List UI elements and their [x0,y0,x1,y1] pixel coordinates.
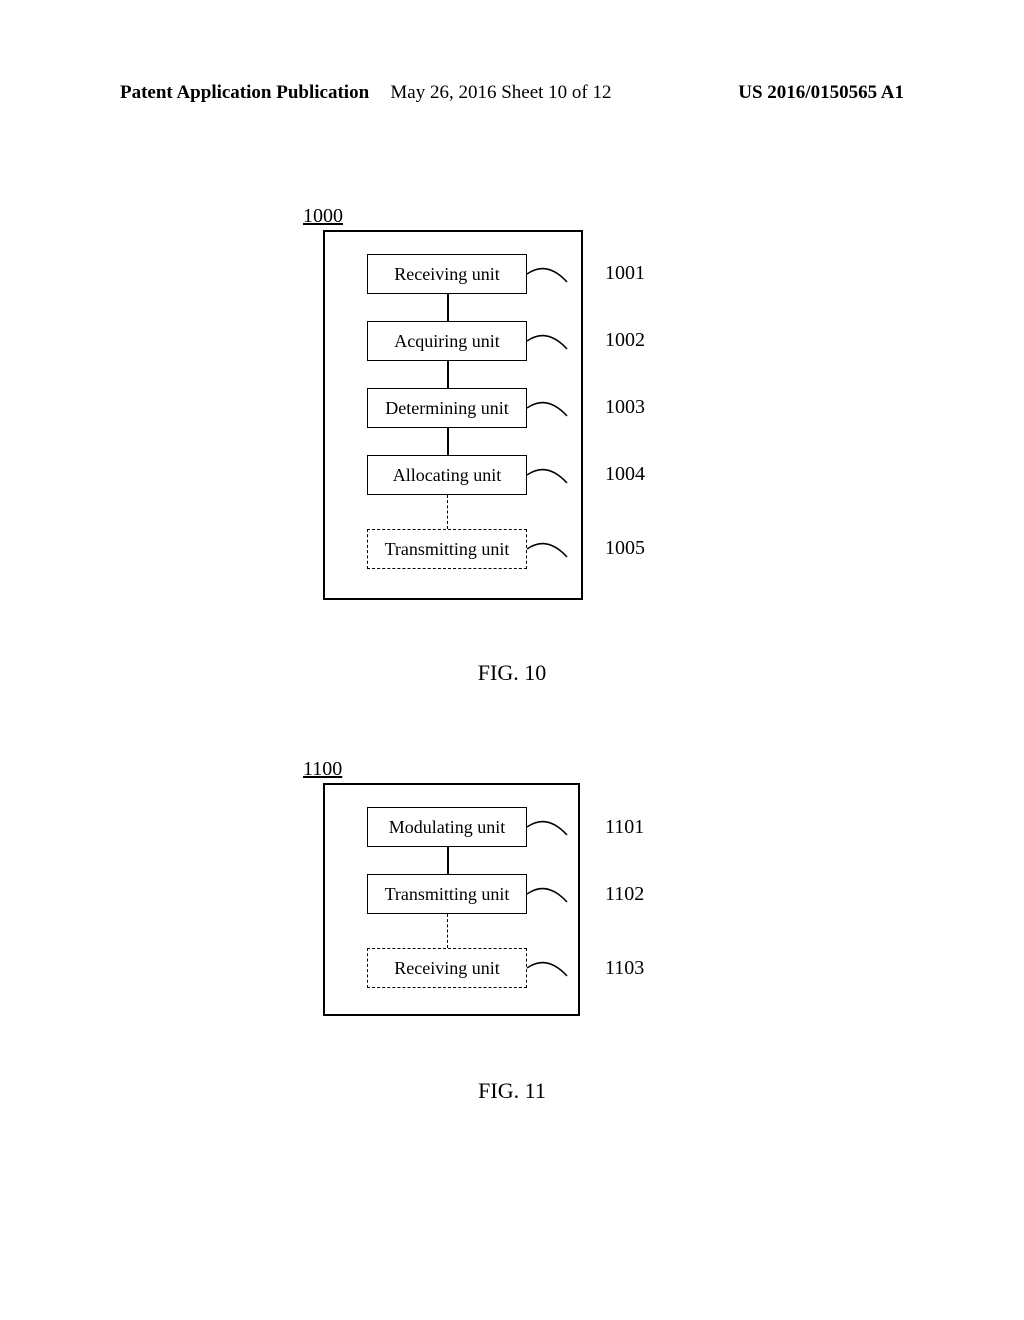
allocating-unit-box: Allocating unit [367,455,527,495]
determining-unit-label: Determining unit [385,398,508,419]
acquiring-unit-box: Acquiring unit [367,321,527,361]
fig-11-label: FIG. 11 [478,1078,546,1104]
callout-line-1004 [527,463,571,491]
transmitting-unit-box-dashed: Transmitting unit [367,529,527,569]
transmitting-unit-label: Transmitting unit [385,539,510,560]
fig-10-label: FIG. 10 [478,660,546,686]
determining-unit-box: Determining unit [367,388,527,428]
connector-1003-1004 [447,428,449,455]
connector-1001-1002 [447,294,449,321]
acquiring-unit-label: Acquiring unit [394,331,500,352]
ref-1103: 1103 [605,957,644,980]
diagram-1000-ref: 1000 [303,205,343,228]
ref-1001: 1001 [605,262,645,285]
connector-1101-1102 [447,847,449,874]
receiving-unit-label: Receiving unit [394,264,499,285]
transmitting-unit-label-11: Transmitting unit [385,884,510,905]
ref-1002: 1002 [605,329,645,352]
figure-10-outer-box: Receiving unit Acquiring unit Determinin… [323,230,583,600]
modulating-unit-box: Modulating unit [367,807,527,847]
allocating-unit-label: Allocating unit [393,465,501,486]
page-header: Patent Application Publication May 26, 2… [0,82,1024,104]
connector-1102-1103-dashed [447,914,449,948]
callout-line-1003 [527,396,571,424]
header-left: Patent Application Publication [120,82,369,104]
header-center: May 26, 2016 Sheet 10 of 12 [390,82,611,104]
receiving-unit-box: Receiving unit [367,254,527,294]
ref-1003: 1003 [605,396,645,419]
diagram-1100-ref: 1100 [303,758,342,781]
receiving-unit-box-dashed: Receiving unit [367,948,527,988]
ref-1005: 1005 [605,537,645,560]
figure-11-outer-box: Modulating unit Transmitting unit Receiv… [323,783,580,1016]
receiving-unit-label-11: Receiving unit [394,958,499,979]
header-right: US 2016/0150565 A1 [738,82,904,104]
callout-line-1005 [527,537,571,565]
callout-line-1103 [527,956,571,984]
modulating-unit-label: Modulating unit [389,817,506,838]
callout-line-1102 [527,882,571,910]
connector-1004-1005-dashed [447,495,449,529]
transmitting-unit-box-11: Transmitting unit [367,874,527,914]
callout-line-1101 [527,815,571,843]
ref-1102: 1102 [605,883,644,906]
callout-line-1001 [527,262,571,290]
callout-line-1002 [527,329,571,357]
connector-1002-1003 [447,361,449,388]
ref-1004: 1004 [605,463,645,486]
ref-1101: 1101 [605,816,644,839]
